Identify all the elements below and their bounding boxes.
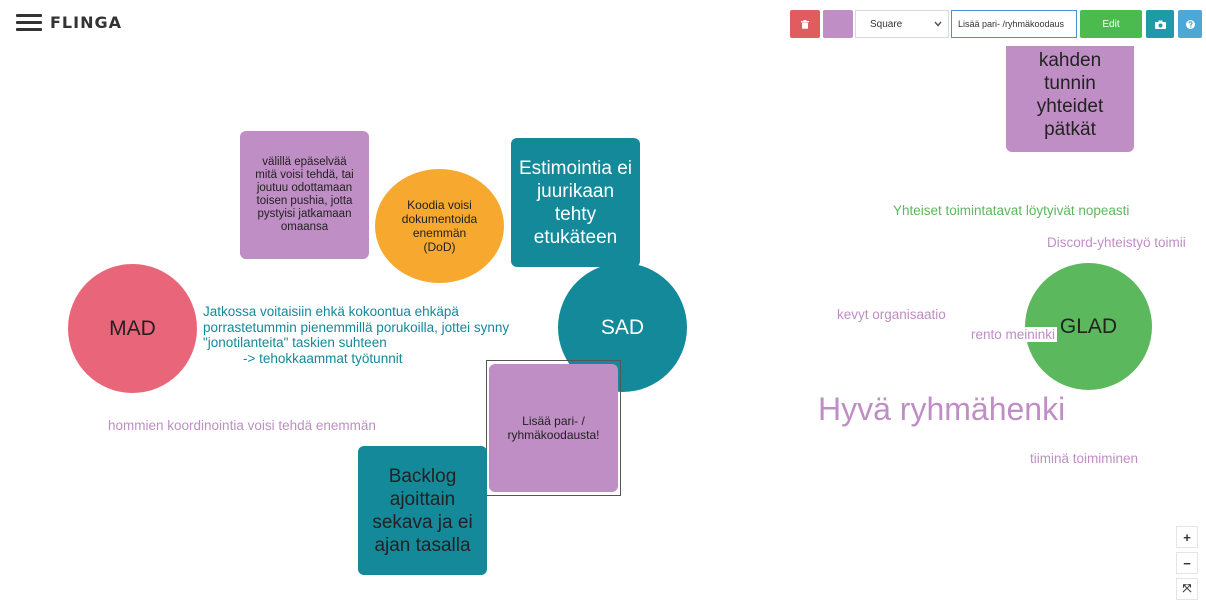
note-pair-coding[interactable]: Lisää pari- / ryhmäkoodausta! <box>489 364 618 492</box>
note-text: Estimointia ei juurikaan tehty etukäteen <box>519 157 632 248</box>
text-teamwork[interactable]: tiiminä toimiminen <box>1030 451 1138 466</box>
note-text: välillä epäselvää mitä voisi tehdä, tai … <box>255 156 354 233</box>
circle-label: GLAD <box>1059 314 1118 338</box>
text-line: -> tehokkaammat työtunnit <box>243 350 403 366</box>
circle-mad[interactable]: MAD <box>68 264 197 393</box>
text-line: porrastetummin pienemmillä porukoilla, j… <box>203 319 510 335</box>
text-coordination[interactable]: hommien koordinointia voisi tehdä enemmä… <box>108 418 376 433</box>
edit-button[interactable]: Edit <box>1080 10 1142 38</box>
text-team-spirit[interactable]: Hyvä ryhmähenki <box>818 391 1065 428</box>
menu-icon[interactable] <box>16 14 42 32</box>
note-text: kahden tunnin yhteidet pätkät <box>1036 50 1104 140</box>
circle-label: MAD <box>109 316 156 340</box>
text-relaxed[interactable]: rento meininki <box>969 327 1058 342</box>
text-discord[interactable]: Discord-yhteistyö toimii <box>1047 235 1186 250</box>
text-future-ideas[interactable]: Jatkossa voitaisiin ehkä kokoontua ehkäp… <box>203 304 509 366</box>
note-unclear-tasks[interactable]: välillä epäselvää mitä voisi tehdä, tai … <box>240 131 369 259</box>
note-text: Backlog ajoittain sekava ja ei ajan tasa… <box>372 465 473 556</box>
help-button[interactable] <box>1178 10 1202 38</box>
note-estimation[interactable]: Estimointia ei juurikaan tehty etukäteen <box>511 138 640 267</box>
zoom-out-button[interactable]: − <box>1176 552 1198 574</box>
text-light-org[interactable]: kevyt organisaatio <box>837 307 946 322</box>
board-canvas[interactable]: kahden tunnin yhteidet pätkät välillä ep… <box>8 46 1206 601</box>
text-line: Jatkossa voitaisiin ehkä kokoontua ehkäp… <box>203 304 459 319</box>
text-line: "jonotilanteita" taskien suhteen <box>203 335 387 350</box>
note-text-input[interactable] <box>951 10 1077 38</box>
shape-select[interactable]: Square <box>855 10 949 38</box>
camera-icon <box>1154 20 1166 29</box>
text-common-practices[interactable]: Yhteiset toimintatavat löytyivät nopeast… <box>893 203 1129 218</box>
top-toolbar: FLINGA Square Edit <box>0 0 1206 46</box>
circle-dod[interactable]: Koodia voisi dokumentoida enemmän (DoD) <box>375 169 504 283</box>
circle-label: SAD <box>600 315 645 339</box>
shape-select-value: Square <box>870 18 903 30</box>
trash-icon <box>801 19 809 29</box>
question-icon <box>1185 19 1195 29</box>
circle-text: Koodia voisi dokumentoida enemmän (DoD) <box>401 198 478 254</box>
note-color-button[interactable] <box>823 10 853 38</box>
snapshot-button[interactable] <box>1146 10 1174 38</box>
note-two-hours[interactable]: kahden tunnin yhteidet pätkät <box>1006 46 1134 152</box>
note-text: Lisää pari- / ryhmäkoodausta! <box>507 414 600 442</box>
fit-screen-button[interactable]: ⤧ <box>1176 578 1198 600</box>
chevron-down-icon <box>934 21 942 27</box>
zoom-in-button[interactable]: + <box>1176 526 1198 548</box>
app-logo: FLINGA <box>50 13 122 32</box>
delete-button[interactable] <box>790 10 820 38</box>
note-backlog[interactable]: Backlog ajoittain sekava ja ei ajan tasa… <box>358 446 487 575</box>
